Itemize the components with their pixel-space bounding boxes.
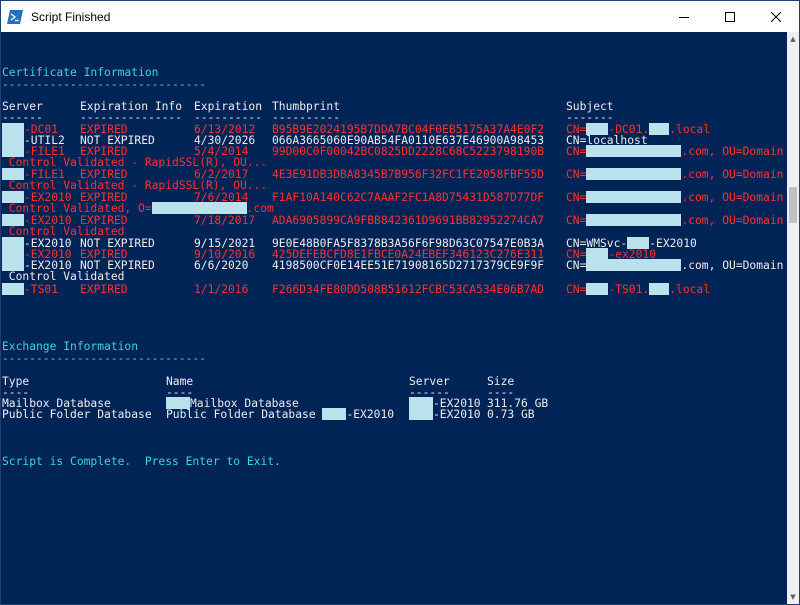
row-subject-domain: .com, OU=Domain <box>681 145 784 158</box>
maximize-button[interactable] <box>707 1 753 32</box>
row-expiration: 7/18/2017 <box>194 214 256 227</box>
row-type: Public Folder Database <box>2 408 152 421</box>
table-row: Public Folder Database Public Folder Dat… <box>2 408 787 421</box>
row-subject-host: -TS01. <box>608 283 650 296</box>
title-bar[interactable]: Script Finished <box>1 1 799 32</box>
row-subject-domain: .local <box>669 283 711 296</box>
row-name-tail: -EX2010 <box>346 408 395 421</box>
row-size: 0.73 GB <box>487 408 535 421</box>
scroll-thumb[interactable] <box>789 187 797 223</box>
row-thumbprint: F1AF10A140C62C7AAAF2FC1A8D75431D587D77DF <box>272 191 545 204</box>
row-subject-domain: .com, OU=Domain <box>681 259 784 272</box>
row-server: -TS01 <box>24 283 59 296</box>
powershell-window: Script Finished Certificate Information … <box>0 0 800 605</box>
vertical-scrollbar[interactable]: ▲ ▼ <box>787 32 799 604</box>
redaction <box>586 191 682 203</box>
row-subject-domain: .com, OU=Domain <box>681 191 784 204</box>
close-button[interactable] <box>753 1 799 32</box>
redaction <box>151 202 247 214</box>
redaction <box>649 283 670 295</box>
row-expiration-info: EXPIRED <box>80 283 128 296</box>
minimize-button[interactable] <box>661 1 707 32</box>
minimize-icon <box>679 16 689 18</box>
row-subject-domain: .com, OU=Domain <box>681 214 784 227</box>
row-thumbprint: ADA6905899CA9FBB842361D9691BB82952274CA7 <box>272 214 545 227</box>
row-subject: CN= <box>566 168 587 181</box>
redaction <box>2 283 24 295</box>
redaction <box>586 168 682 180</box>
maximize-icon <box>725 11 735 22</box>
row-subject: CN= <box>566 191 587 204</box>
cert-heading-divider: ------------------------------ <box>2 78 207 91</box>
redaction <box>409 408 433 420</box>
powershell-icon <box>7 9 23 24</box>
redaction <box>586 259 682 271</box>
table-row: -TS01 EXPIRED 1/1/2016 F266D34FE80DD508B… <box>2 283 787 296</box>
row-thumbprint: 4E3E91DB3DBA8345B7B956F32FC1FE2058FBF55D <box>272 168 545 181</box>
row-expiration: 1/1/2016 <box>194 283 249 296</box>
close-icon <box>771 11 781 22</box>
row-subject: CN= <box>566 259 587 272</box>
redaction <box>586 214 682 226</box>
redaction <box>586 145 682 157</box>
row-expiration: 6/6/2020 <box>194 259 249 272</box>
row-subject: CN= <box>566 283 587 296</box>
row-name: Public Folder Database <box>166 408 323 421</box>
row-subject: CN= <box>566 214 587 227</box>
row-subject: CN= <box>566 145 587 158</box>
row-server: -EX2010 <box>433 408 481 421</box>
window-title: Script Finished <box>31 10 111 24</box>
completion-message: Script is Complete. Press Enter to Exit. <box>2 455 281 468</box>
console-output[interactable]: Certificate Information ----------------… <box>1 32 787 604</box>
redaction <box>586 283 609 295</box>
row-thumbprint: F266D34FE80DD508B51612FCBC53CA534E06B7AD <box>272 283 545 296</box>
row-thumbprint: 99D00C0F00042BC0825DD2228C68C5223798190B <box>272 145 545 158</box>
scroll-up-icon[interactable]: ▲ <box>787 32 799 46</box>
scroll-down-icon[interactable]: ▼ <box>787 590 799 604</box>
row-continuation: Control Validated <box>2 270 125 283</box>
redaction <box>322 408 347 420</box>
exchange-heading-divider: ------------------------------ <box>2 352 207 365</box>
row-subject-domain: .com, OU=Domain <box>681 168 784 181</box>
row-thumbprint: 4198500CF0E14EE51E71908165D2717379CE9F9F <box>272 259 545 272</box>
